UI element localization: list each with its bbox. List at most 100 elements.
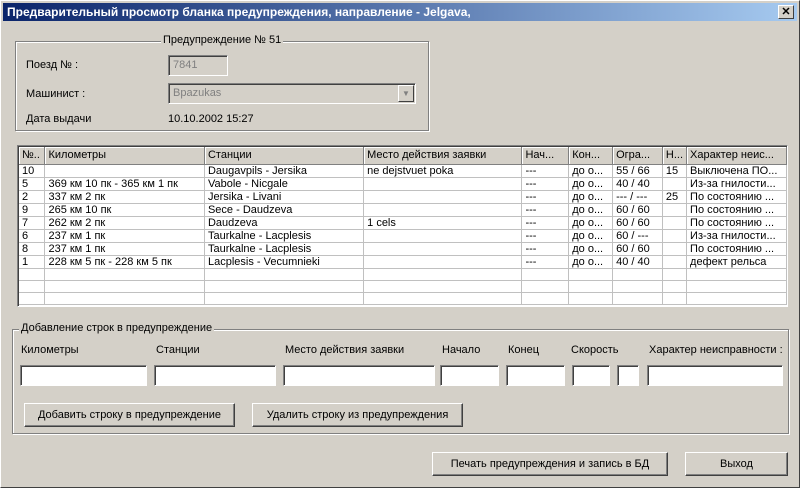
table-row[interactable]: 1 228 км 5 пк - 228 км 5 пк Lacplesis - Ve…	[19, 255, 787, 269]
driver-select-value: Bpazukas	[173, 87, 222, 99]
table-row[interactable]: 9 265 км 10 пк Sece - Daudzeva --- до о... 60…	[19, 203, 787, 217]
defect-input[interactable]	[647, 365, 783, 386]
exit-button[interactable]: Выход	[685, 452, 788, 476]
table-cell	[363, 190, 523, 204]
km-input[interactable]	[20, 365, 147, 386]
table-row[interactable]	[19, 280, 787, 293]
stations-label: Станции	[156, 344, 200, 356]
table-cell: 337 км 2 пк	[44, 190, 205, 204]
table-cell: Из-за гнилости...	[686, 177, 787, 191]
table-cell	[568, 292, 614, 305]
table-cell: до о...	[568, 255, 614, 269]
table-cell: до о...	[568, 164, 614, 178]
table-cell	[662, 268, 688, 281]
table-cell	[662, 203, 688, 217]
warnings-table[interactable]: №.. Километры Станции Место действия заявки…	[17, 145, 788, 307]
table-row[interactable]: 8 237 км 1 пк Taurkalne - Lacplesis --- до о…	[19, 242, 787, 256]
table-cell: --- / ---	[612, 190, 663, 204]
table-cell: 15	[662, 164, 688, 178]
table-cell: ne dejstvuet poka	[363, 164, 523, 178]
table-cell	[662, 242, 688, 256]
title-bar[interactable]: Предварительный просмотр бланка предупре…	[3, 3, 797, 21]
table-cell	[363, 242, 523, 256]
table-cell: По состоянию ...	[686, 216, 787, 230]
column-header[interactable]: Станции	[204, 147, 365, 165]
column-header[interactable]: Н...	[662, 147, 688, 165]
table-cell	[363, 268, 523, 281]
window-title: Предварительный просмотр бланка предупре…	[7, 5, 471, 19]
column-header[interactable]: Километры	[44, 147, 205, 165]
print-save-button[interactable]: Печать предупреждения и запись в БД	[432, 452, 668, 476]
column-header[interactable]: №..	[19, 147, 46, 165]
table-cell: до о...	[568, 190, 614, 204]
speed-input[interactable]	[572, 365, 610, 386]
train-number-field[interactable]: 7841	[168, 55, 228, 76]
table-cell: 25	[662, 190, 688, 204]
table-cell	[363, 203, 523, 217]
table-row[interactable]: 6 237 км 1 пк Taurkalne - Lacplesis --- до о…	[19, 229, 787, 243]
warnings-table-grid: №.. Километры Станции Место действия заявки…	[19, 147, 787, 305]
table-cell: ---	[521, 255, 570, 269]
table-row[interactable]	[19, 292, 787, 305]
train-label: Поезд № :	[26, 59, 79, 71]
table-cell: Taurkalne - Lacplesis	[204, 242, 365, 256]
table-row[interactable]: 2 337 км 2 пк Jersika - Livani --- до о... --…	[19, 190, 787, 204]
column-header[interactable]: Характер неис...	[686, 147, 787, 165]
table-cell	[662, 292, 688, 305]
dialog-window: Предварительный просмотр бланка предупре…	[0, 0, 800, 488]
table-cell: до о...	[568, 229, 614, 243]
table-cell: 5	[19, 177, 46, 191]
close-icon: ✕	[781, 5, 791, 18]
driver-label: Машинист :	[26, 88, 86, 100]
table-cell: ---	[521, 203, 570, 217]
table-row[interactable]: 7 262 км 2 пк Daudzeva 1 cels --- до о... 60 /…	[19, 216, 787, 230]
table-cell	[662, 216, 688, 230]
table-cell: Из-за гнилости...	[686, 229, 787, 243]
close-button[interactable]: ✕	[778, 5, 794, 19]
column-header[interactable]: Огра...	[612, 147, 663, 165]
table-cell	[662, 255, 688, 269]
table-cell	[521, 280, 570, 293]
column-header[interactable]: Кон...	[568, 147, 614, 165]
end-input[interactable]	[506, 365, 565, 386]
speed-extra-input[interactable]	[617, 365, 639, 386]
table-cell	[363, 280, 523, 293]
column-header[interactable]: Нач...	[521, 147, 570, 165]
table-cell: 7	[19, 216, 46, 230]
table-row[interactable]: 5 369 км 10 пк - 365 км 1 пк Vabole - Nicg…	[19, 177, 787, 191]
table-row[interactable]	[19, 268, 787, 281]
table-cell	[363, 255, 523, 269]
table-cell: По состоянию ...	[686, 242, 787, 256]
start-input[interactable]	[440, 365, 499, 386]
table-cell	[44, 280, 205, 293]
add-rows-group-title: Добавление строк в предупреждение	[19, 322, 215, 334]
delete-row-button[interactable]: Удалить строку из предупреждения	[252, 403, 463, 427]
table-row[interactable]: 10 Daugavpils - Jersika ne dejstvuet poka -…	[19, 164, 787, 178]
table-cell	[612, 292, 663, 305]
table-cell: до о...	[568, 242, 614, 256]
warning-groupbox: Предупреждение № 51 Поезд № : 7841 Машин…	[15, 34, 429, 131]
driver-select[interactable]: Bpazukas ▼	[168, 83, 416, 104]
table-cell	[363, 292, 523, 305]
table-cell	[204, 292, 365, 305]
km-label: Километры	[21, 344, 79, 356]
table-cell: ---	[521, 177, 570, 191]
table-cell	[686, 268, 787, 281]
table-cell	[521, 268, 570, 281]
table-cell: 265 км 10 пк	[44, 203, 205, 217]
chevron-down-icon[interactable]: ▼	[398, 85, 414, 102]
stations-input[interactable]	[154, 365, 276, 386]
add-row-button[interactable]: Добавить строку в предупреждение	[24, 403, 235, 427]
column-header[interactable]: Место действия заявки	[363, 147, 523, 165]
place-input[interactable]	[283, 365, 435, 386]
table-cell: 6	[19, 229, 46, 243]
table-cell: ---	[521, 242, 570, 256]
table-cell	[662, 229, 688, 243]
table-cell: 10	[19, 164, 46, 178]
table-cell: 60 / ---	[612, 229, 663, 243]
table-cell: 60 / 60	[612, 216, 663, 230]
table-cell: 8	[19, 242, 46, 256]
table-cell: Taurkalne - Lacplesis	[204, 229, 365, 243]
table-cell	[19, 292, 46, 305]
table-cell: Sece - Daudzeva	[204, 203, 365, 217]
